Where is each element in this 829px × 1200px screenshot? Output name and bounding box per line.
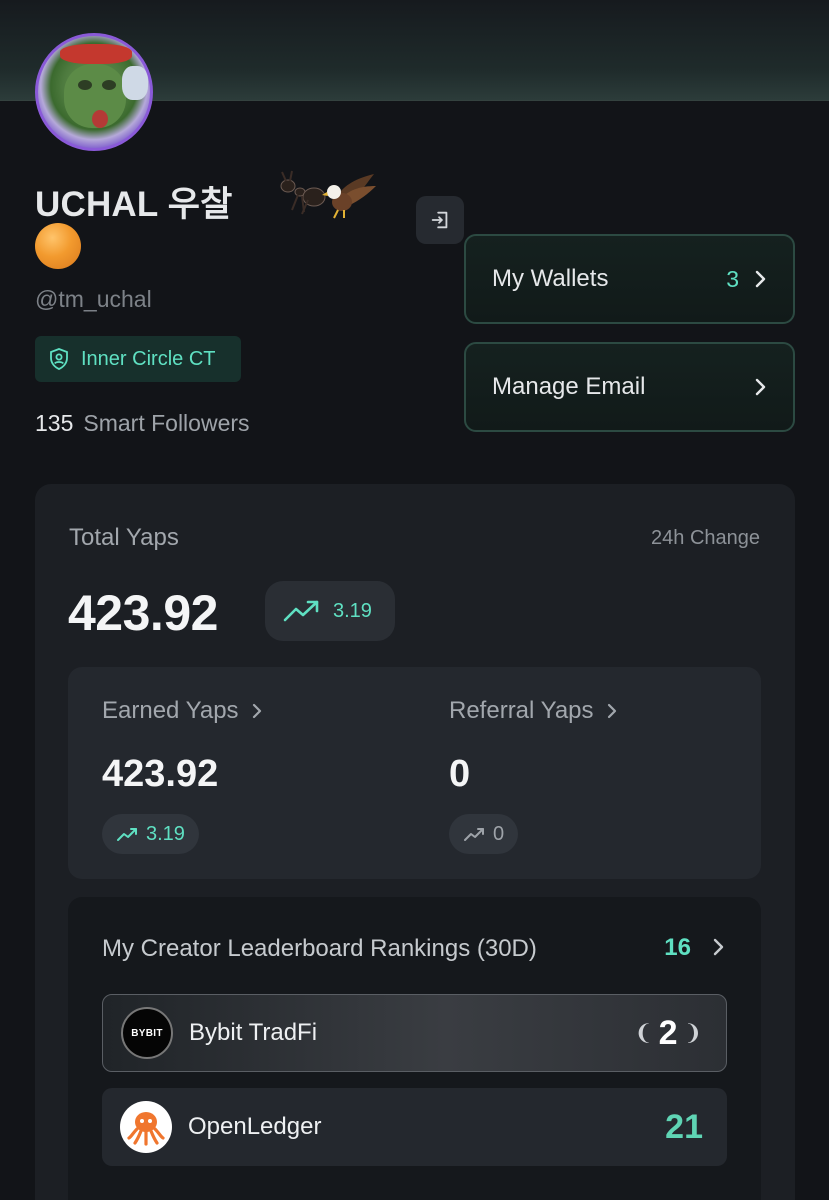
earned-yaps-value: 423.92	[102, 753, 219, 795]
total-yaps-value: 423.92	[68, 585, 218, 641]
referral-change-value: 0	[493, 822, 505, 845]
manage-email-button[interactable]: Manage Email	[464, 342, 795, 432]
logout-button[interactable]	[416, 196, 464, 244]
leaderboard-row-openledger[interactable]: OpenLedger 21	[102, 1088, 727, 1166]
chevron-right-icon	[252, 703, 261, 719]
referral-yaps-value: 0	[449, 753, 471, 795]
logout-icon	[431, 211, 448, 229]
smart-followers-count: 135	[35, 410, 74, 436]
earned-yaps-label: Earned Yaps	[102, 697, 239, 724]
rankings-title: My Creator Leaderboard Rankings (30D)	[102, 935, 537, 962]
wallets-count: 3	[726, 265, 739, 292]
leaderboard-row-name: Bybit TradFi	[189, 1019, 318, 1046]
profile-page: UCHAL 우찰 @tm_uchal Inner Circle CT 135 S…	[0, 0, 829, 1200]
yaps-card: Total Yaps 24h Change 423.92 3.19 Earned…	[35, 484, 795, 1200]
profile-name: UCHAL 우찰	[35, 185, 233, 224]
badge-label: Inner Circle CT	[81, 347, 216, 370]
trending-up-icon	[283, 600, 319, 622]
earned-change-value: 3.19	[146, 822, 185, 845]
smart-followers-label: Smart Followers	[83, 410, 250, 436]
total-change-value: 3.19	[333, 599, 372, 622]
chevron-right-icon	[607, 703, 616, 719]
leaderboard-row-rank: 21	[665, 1107, 703, 1146]
my-wallets-label: My Wallets	[492, 265, 609, 292]
creator-leaderboard-rankings: My Creator Leaderboard Rankings (30D) 16…	[68, 897, 761, 1200]
leaderboard-row-rank: ❨ 2 ❩	[634, 1013, 702, 1052]
earned-change-chip: 3.19	[102, 814, 199, 854]
earned-yaps[interactable]: Earned Yaps 423.92 3.19	[102, 697, 263, 854]
laurel-left-icon: ❨	[634, 1020, 653, 1045]
avatar[interactable]	[35, 33, 153, 151]
inner-circle-badge: Inner Circle CT	[35, 336, 241, 382]
rankings-count[interactable]: 16	[664, 934, 691, 962]
chevron-right-icon	[755, 378, 766, 396]
manage-email-label: Manage Email	[492, 373, 646, 400]
openledger-logo	[120, 1101, 172, 1153]
bybit-logo: BYBIT	[121, 1007, 173, 1059]
leaderboard-row-name: OpenLedger	[188, 1113, 322, 1140]
trending-up-icon	[117, 828, 137, 841]
leaderboard-row-bybit-tradfi[interactable]: BYBIT Bybit TradFi ❨ 2 ❩	[102, 994, 727, 1072]
orange-circle-emoji-icon	[35, 223, 81, 269]
trending-up-icon	[464, 828, 484, 841]
24h-change-label: 24h Change	[651, 527, 760, 549]
profile-handle: @tm_uchal	[35, 286, 152, 312]
yaps-breakdown: Earned Yaps 423.92 3.19 Referral Yaps 0 …	[68, 667, 761, 879]
octopus-icon	[127, 1112, 165, 1146]
my-wallets-button[interactable]: My Wallets 3	[464, 234, 795, 324]
referral-change-chip: 0	[449, 814, 519, 854]
referral-yaps[interactable]: Referral Yaps 0 0	[449, 697, 618, 854]
chevron-right-icon[interactable]	[711, 937, 725, 957]
referral-yaps-label: Referral Yaps	[449, 697, 594, 724]
total-change-chip: 3.19	[265, 581, 395, 641]
smart-followers[interactable]: 135 Smart Followers	[35, 410, 250, 437]
total-yaps-label: Total Yaps	[69, 524, 179, 551]
chevron-right-icon	[755, 270, 766, 288]
ant-eagle-emoji-icon	[280, 170, 376, 219]
shield-user-icon	[50, 348, 68, 370]
laurel-right-icon: ❩	[683, 1020, 702, 1045]
